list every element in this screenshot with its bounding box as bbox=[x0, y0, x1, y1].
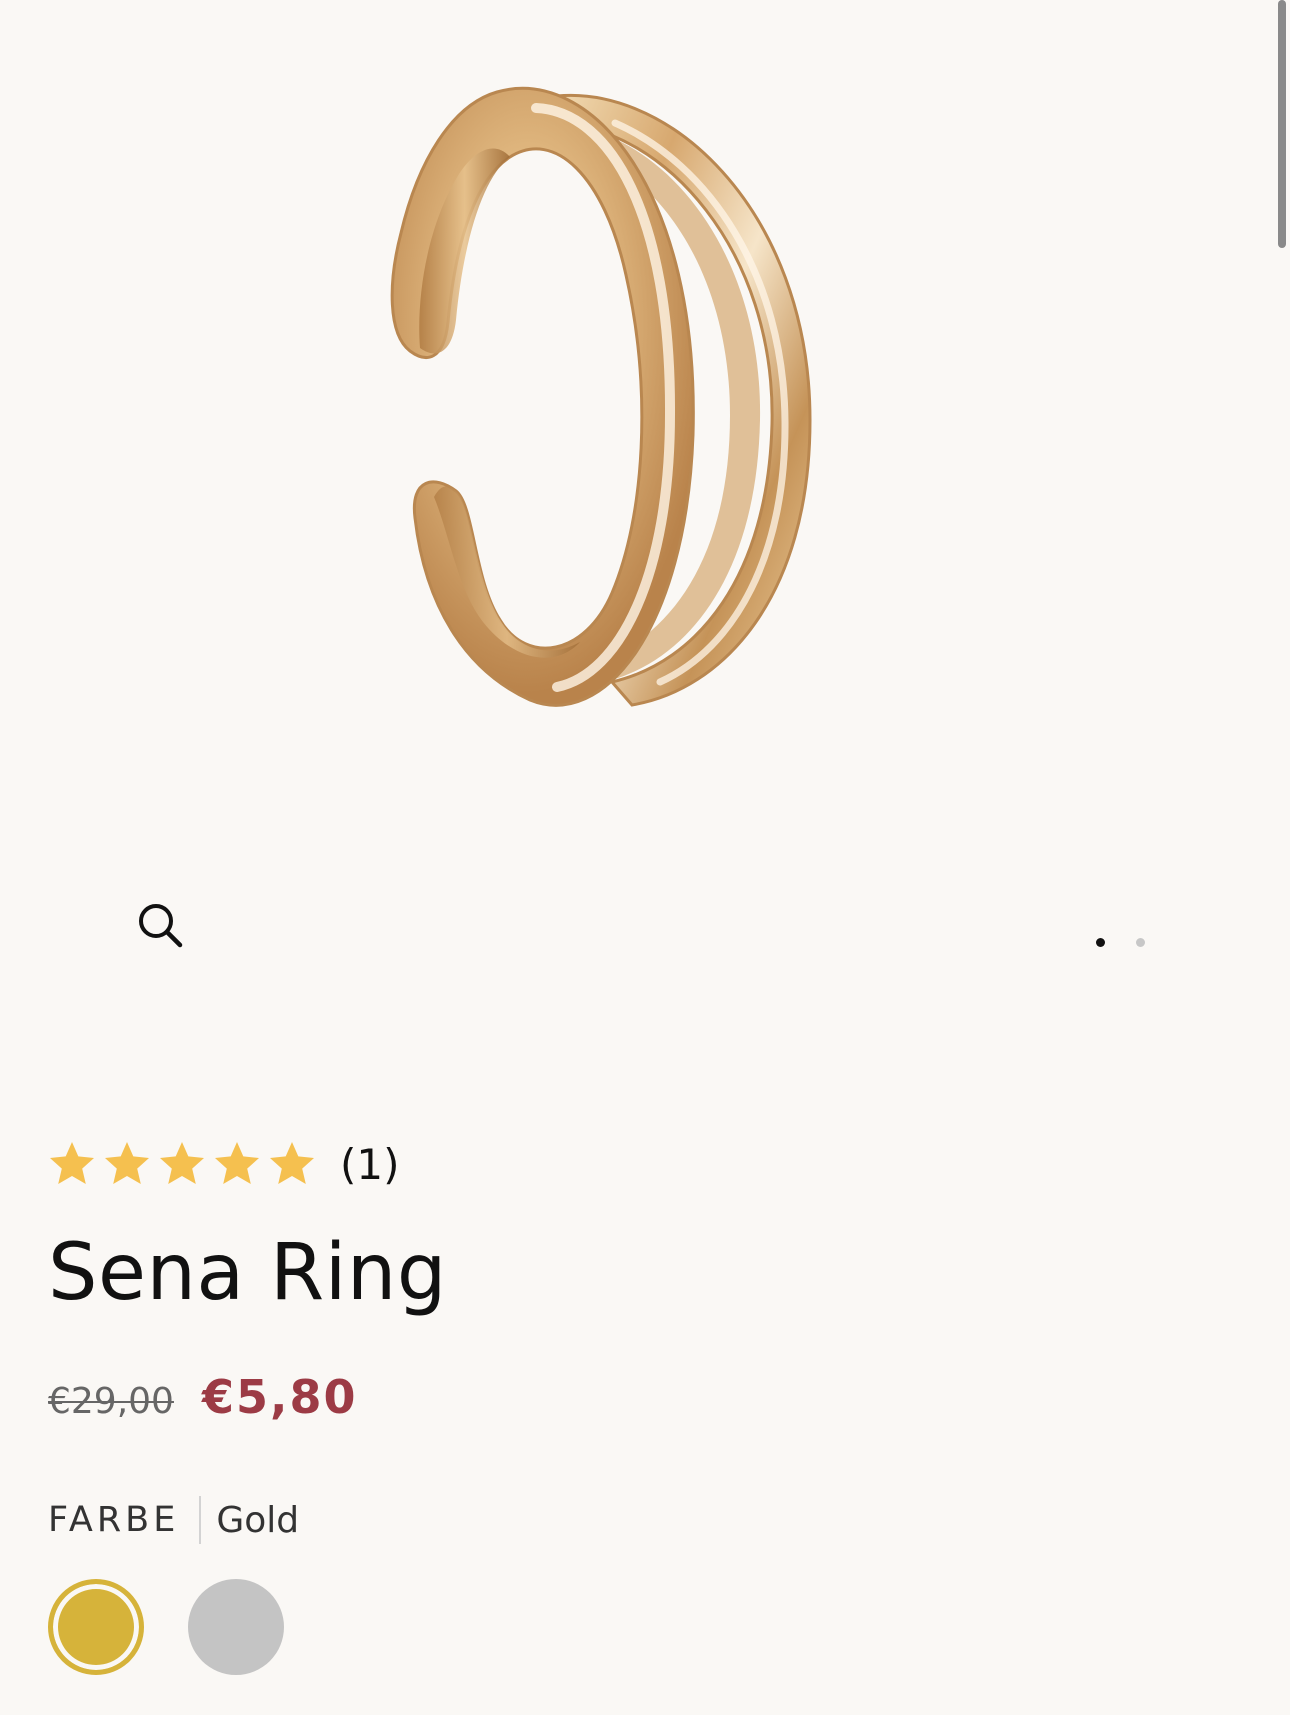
star-icon bbox=[50, 1142, 94, 1184]
star-icon bbox=[270, 1142, 314, 1184]
color-label: FARBE bbox=[48, 1500, 180, 1540]
color-divider bbox=[199, 1496, 202, 1544]
star-icon bbox=[105, 1142, 149, 1184]
product-gallery[interactable] bbox=[0, 0, 1290, 1000]
color-swatches bbox=[48, 1579, 1228, 1675]
star-rating bbox=[48, 1140, 316, 1188]
gallery-dot-1[interactable] bbox=[1096, 938, 1105, 947]
gallery-dot-2[interactable] bbox=[1136, 938, 1145, 947]
selected-color: Gold bbox=[216, 1499, 300, 1541]
product-page: (1) Sena Ring €29,00 €5,80 FARBE Gold bbox=[0, 0, 1290, 1715]
gallery-pagination[interactable] bbox=[1096, 938, 1145, 947]
product-title: Sena Ring bbox=[48, 1228, 447, 1318]
color-swatch-silver[interactable] bbox=[188, 1579, 284, 1675]
product-image[interactable] bbox=[380, 70, 900, 790]
star-icon bbox=[160, 1142, 204, 1184]
original-price: €29,00 bbox=[48, 1381, 174, 1422]
color-swatch-gold[interactable] bbox=[48, 1579, 144, 1675]
product-info: (1) Sena Ring €29,00 €5,80 FARBE Gold bbox=[48, 1128, 1228, 1675]
rating-row[interactable]: (1) bbox=[48, 1128, 1228, 1200]
zoom-button[interactable] bbox=[128, 893, 192, 957]
color-selector-header: FARBE Gold bbox=[48, 1496, 1228, 1544]
star-icon bbox=[215, 1142, 259, 1184]
price-row: €29,00 €5,80 bbox=[48, 1370, 1228, 1424]
search-icon bbox=[139, 904, 183, 948]
review-count-link[interactable]: (1) bbox=[340, 1140, 400, 1189]
sale-price: €5,80 bbox=[201, 1370, 358, 1424]
